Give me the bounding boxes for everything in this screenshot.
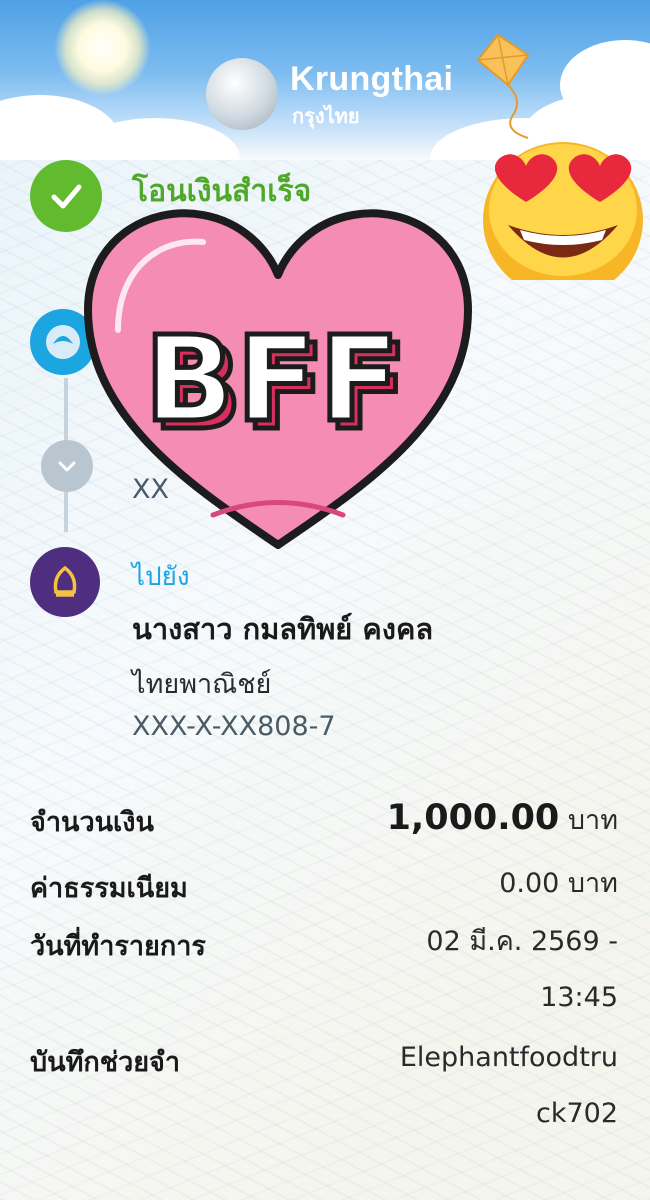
sun-decoration [55, 0, 150, 95]
to-label: ไปยัง [132, 562, 190, 592]
brand-name-th: กรุงไทย [292, 104, 360, 128]
timeline-line [64, 378, 68, 442]
memo-label: บันทึกช่วยจำ [30, 1047, 181, 1078]
kite-icon [476, 33, 530, 139]
memo-value: Elephantfoodtru ck702 [400, 1030, 618, 1142]
memo-value-line: ck702 [535, 1098, 618, 1129]
date-value: 02 มี.ค. 2569 - 13:45 [426, 914, 618, 1026]
header-banner: Krungthai กรุงไทย [0, 0, 650, 160]
fee-value: 0.00 บาท [499, 868, 618, 899]
recipient-bank: ไทยพาณิชย์ [132, 669, 272, 700]
amount-value: 1,000.00 [386, 798, 560, 838]
amount-value-row: 1,000.00 บาท [387, 790, 618, 849]
bff-text: BFF [144, 310, 401, 448]
recipient-account: XXX-X-XX808-7 [132, 711, 336, 742]
brand-name-en: Krungthai [290, 60, 454, 98]
date-value-line: 02 มี.ค. 2569 - [426, 926, 618, 957]
amount-label: จำนวนเงิน [30, 807, 154, 838]
amount-unit: บาท [567, 805, 618, 836]
time-value-line: 13:45 [540, 982, 618, 1013]
bff-heart-sticker: BFF BFF [84, 209, 472, 549]
krungthai-logo: Krungthai กรุงไทย [206, 58, 456, 134]
heart-eyes-emoji-icon [483, 142, 643, 280]
recipient-name: นางสาว กมลทิพย์ คงคล [132, 612, 434, 646]
timeline-line [64, 492, 68, 532]
krungthai-bird-icon [206, 58, 278, 130]
date-label: วันที่ทำรายการ [30, 931, 206, 962]
fee-label: ค่าธรรมเนียม [30, 873, 188, 904]
memo-value-line: Elephantfoodtru [399, 1042, 618, 1073]
